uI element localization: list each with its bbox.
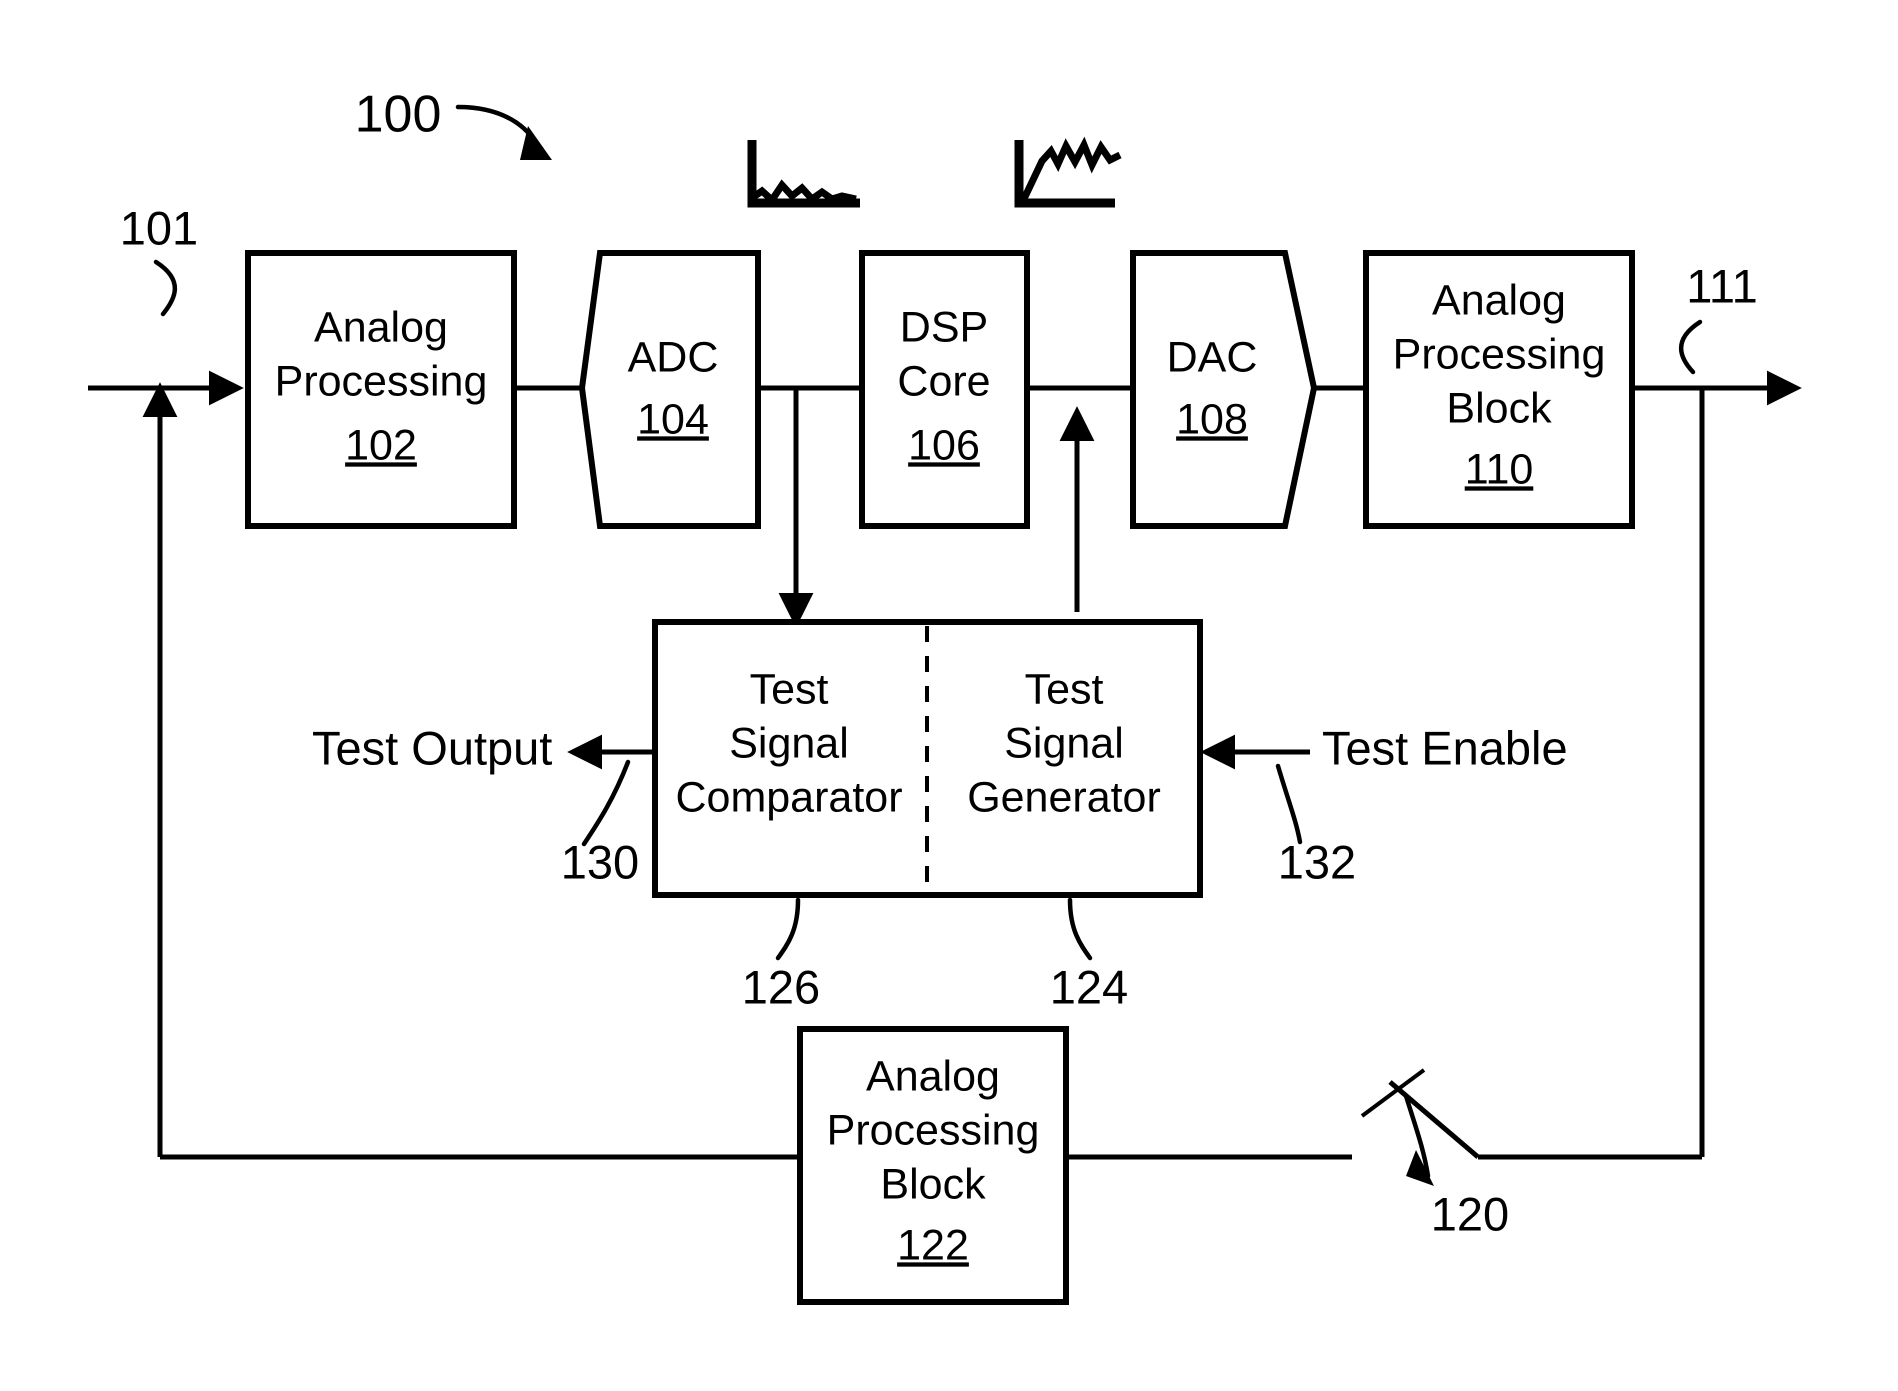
analog-processing-block-110-ref: 110: [1465, 445, 1534, 493]
test-enable-port-group: Test Enable 132: [1200, 721, 1568, 888]
switch-120-cross-stroke: [1360, 1068, 1426, 1118]
adc-104-ref: 104: [637, 395, 709, 443]
dsp-core-106-line-2: Core: [897, 357, 990, 405]
test-signal-comparator-line-2: Signal: [729, 719, 849, 767]
analog-processing-102-ref: 102: [345, 421, 417, 469]
switch-120-ref-number: 120: [1431, 1187, 1509, 1240]
analog-processing-block-110-line-2: Processing: [1393, 330, 1606, 378]
adc-104-block: ADC 104: [578, 250, 761, 529]
analog-processing-102-line-2: Processing: [275, 357, 488, 405]
test-enable-ref-leader: [1275, 763, 1303, 845]
analog-processing-block-122-line-2: Processing: [827, 1106, 1040, 1154]
comparator-ref-group: 126: [742, 897, 820, 1013]
output-signal-group: 111: [1632, 259, 1802, 406]
test-output-ref-leader: [581, 759, 631, 847]
test-output-ref-number: 130: [561, 835, 639, 888]
analog-processing-block-122-line-1: Analog: [866, 1052, 1000, 1100]
comparator-ref-number: 126: [742, 960, 820, 1013]
analog-processing-block-110-line-1: Analog: [1432, 276, 1566, 324]
settling-waveform-icon: [1014, 136, 1122, 208]
switch-120-arm: [1388, 1080, 1480, 1159]
switch-120-ref-arrowhead: [1406, 1150, 1434, 1186]
dsp-core-106-line-1: DSP: [900, 303, 988, 351]
test-signal-block: Test Signal Comparator Test Signal Gener…: [652, 619, 1203, 898]
generator-ref-number: 124: [1050, 960, 1128, 1013]
output-ref-number: 111: [1686, 259, 1757, 312]
analog-processing-block-122: Analog Processing Block 122: [797, 1026, 1069, 1305]
analog-processing-102-line-1: Analog: [314, 303, 448, 351]
analog-processing-102-block: Analog Processing 102: [245, 250, 517, 529]
dac-108-ref: 108: [1176, 395, 1248, 443]
test-signal-generator-line-2: Signal: [1004, 719, 1124, 767]
input-ref-number: 101: [120, 201, 198, 254]
analog-processing-block-110-line-3: Block: [1446, 384, 1552, 432]
test-signal-comparator-line-1: Test: [750, 665, 829, 713]
input-leader-line: [153, 259, 177, 317]
test-enable-label: Test Enable: [1322, 721, 1568, 774]
test-output-port-group: Test Output 130: [312, 721, 655, 888]
output-leader-line: [1679, 319, 1703, 375]
analog-processing-block-122-ref: 122: [897, 1221, 969, 1269]
patent-figure: 100 101 Analog Processing 102 ADC 104 DS: [0, 0, 1898, 1391]
dac-108-label: DAC: [1167, 333, 1258, 381]
test-signal-comparator-line-3: Comparator: [675, 773, 902, 821]
comparator-ref-leader: [775, 897, 801, 961]
dsp-core-106-block: DSP Core 106: [859, 250, 1030, 529]
test-signal-generator-line-1: Test: [1025, 665, 1104, 713]
analog-processing-block-110: Analog Processing Block 110: [1363, 250, 1635, 529]
test-signal-generator-line-3: Generator: [967, 773, 1161, 821]
block-diagram-canvas: 100 101 Analog Processing 102 ADC 104 DS: [88, 86, 1802, 1305]
test-enable-ref-number: 132: [1278, 835, 1356, 888]
adc-104-shape: [578, 250, 761, 529]
figure-number: 100: [355, 86, 442, 144]
dac-108-shape: [1130, 250, 1318, 529]
noise-spectrum-icon: [747, 140, 860, 208]
generator-ref-group: 124: [1050, 897, 1128, 1013]
test-output-label: Test Output: [312, 721, 552, 774]
generator-ref-leader: [1067, 897, 1093, 961]
adc-104-label: ADC: [628, 333, 719, 381]
analog-processing-block-122-line-3: Block: [880, 1160, 986, 1208]
dac-108-block: DAC 108: [1130, 250, 1318, 529]
dsp-core-106-ref: 106: [908, 421, 980, 469]
input-signal-group: 101: [88, 201, 244, 406]
figure-number-group: 100: [355, 86, 552, 160]
